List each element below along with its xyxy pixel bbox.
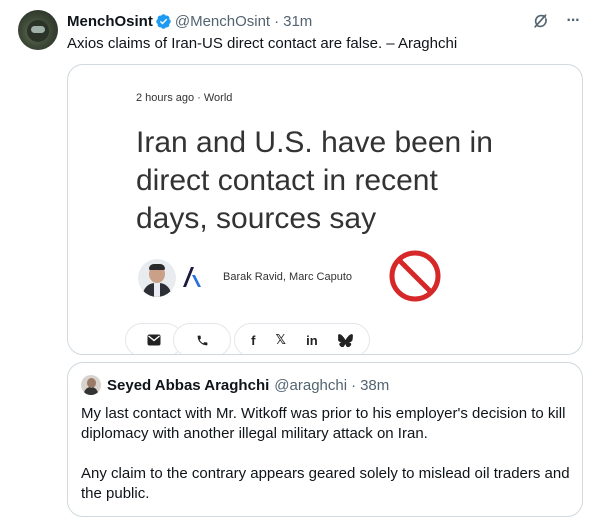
- author-photo: [138, 259, 176, 297]
- post-text: Axios claims of Iran-US direct contact a…: [67, 35, 458, 52]
- more-button[interactable]: ···: [562, 10, 584, 32]
- share-phone-button[interactable]: [173, 323, 231, 354]
- post-actions-top: ···: [530, 10, 584, 32]
- grok-slash-icon: [534, 14, 547, 28]
- display-name[interactable]: MenchOsint: [67, 13, 153, 30]
- article-meta: 2 hours ago · World: [136, 92, 233, 104]
- avatar[interactable]: [18, 10, 58, 50]
- post-header: MenchOsint @MenchOsint · 31m: [67, 11, 312, 31]
- quote-timestamp[interactable]: 38m: [360, 377, 389, 394]
- x-logo-icon[interactable]: 𝕏: [276, 332, 286, 348]
- quote-header: Seyed Abbas Araghchi @araghchi · 38m: [107, 375, 389, 395]
- phone-icon: [197, 335, 207, 345]
- more-dots-icon: ···: [566, 12, 581, 29]
- separator-dot: ·: [274, 12, 280, 30]
- quote-paragraph: Any claim to the contrary appears geared…: [81, 465, 570, 502]
- verified-badge-icon: [156, 13, 171, 29]
- axios-logo-icon: [183, 267, 201, 287]
- share-social-group: f 𝕏 in: [234, 323, 370, 354]
- article-authors: Barak Ravid, Marc Caputo: [223, 271, 352, 283]
- avatar-visor: [31, 26, 45, 33]
- envelope-icon: [147, 334, 161, 346]
- linkedin-icon[interactable]: in: [306, 333, 318, 348]
- timestamp[interactable]: 31m: [283, 13, 312, 30]
- grok-button[interactable]: [530, 10, 552, 32]
- handle[interactable]: @MenchOsint: [175, 13, 270, 30]
- bluesky-butterfly-icon[interactable]: [337, 333, 353, 347]
- quote-display-name[interactable]: Seyed Abbas Araghchi: [107, 377, 269, 394]
- facebook-icon[interactable]: f: [251, 333, 255, 348]
- quote-paragraph: My last contact with Mr. Witkoff was pri…: [81, 405, 566, 442]
- quote-text: My last contact with Mr. Witkoff was pri…: [81, 404, 573, 504]
- prohibited-sign-icon: [389, 250, 441, 302]
- media-card[interactable]: 2 hours ago · World Iran and U.S. have b…: [67, 64, 583, 355]
- article-headline: Iran and U.S. have been in direct contac…: [136, 126, 493, 235]
- quote-separator-dot: ·: [351, 376, 357, 394]
- quote-card[interactable]: Seyed Abbas Araghchi @araghchi · 38m My …: [67, 362, 583, 517]
- quote-avatar[interactable]: [81, 375, 101, 395]
- quote-handle[interactable]: @araghchi: [274, 377, 347, 394]
